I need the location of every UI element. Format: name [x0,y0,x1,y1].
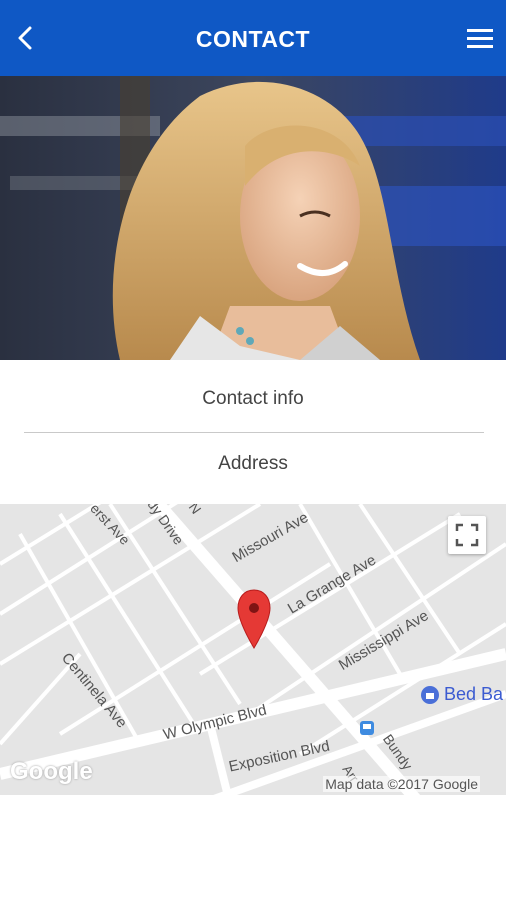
app-bar: CONTACT [0,0,506,76]
address-heading: Address [218,453,288,474]
map-attribution[interactable]: Map data ©2017 Google [323,776,480,792]
location-pin-icon[interactable] [236,588,272,650]
contact-info-heading: Contact info [202,388,304,409]
fullscreen-button[interactable] [448,516,486,554]
page-title: CONTACT [195,26,311,52]
hamburger-menu-icon[interactable] [464,22,496,54]
hero-photo [0,76,506,360]
google-logo: Google [10,758,93,785]
section-divider [24,432,484,433]
fullscreen-icon [455,523,479,547]
